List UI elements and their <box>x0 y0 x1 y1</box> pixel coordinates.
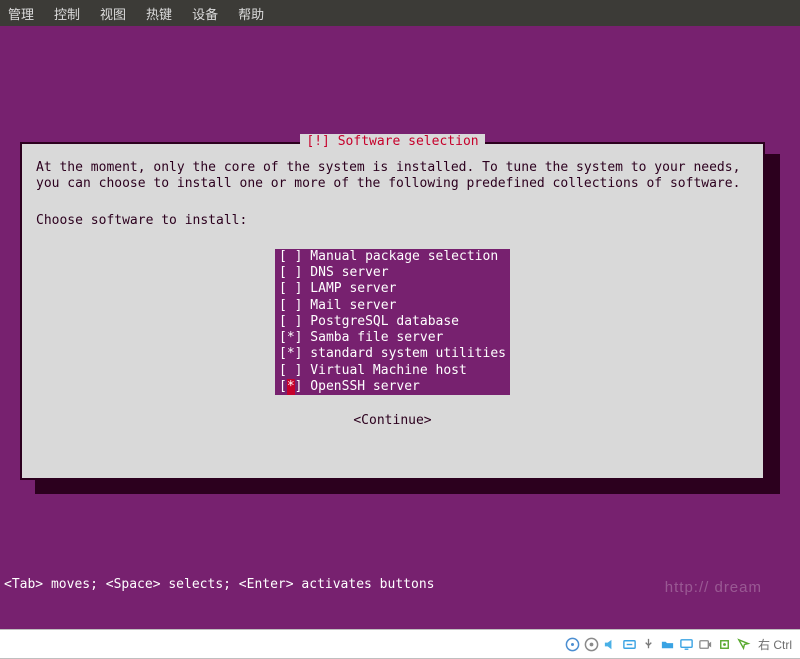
hdd-icon[interactable] <box>564 636 580 652</box>
software-item-7[interactable]: [ ] Virtual Machine host <box>275 363 510 379</box>
software-list: [ ] Manual package selection [ ] DNS ser… <box>36 249 749 395</box>
dialog-title: [!] Software selection <box>300 134 484 150</box>
cursor: * <box>287 379 295 395</box>
software-item-8[interactable]: [*] OpenSSH server <box>275 379 510 395</box>
software-item-6[interactable]: [*] standard system utilities <box>275 346 510 362</box>
display-icon[interactable] <box>678 636 694 652</box>
audio-icon[interactable] <box>602 636 618 652</box>
software-selection-dialog: [!] Software selection At the moment, on… <box>20 142 765 480</box>
menu-hotkeys[interactable]: 热键 <box>146 4 172 23</box>
cpu-icon[interactable] <box>716 636 732 652</box>
menu-manage[interactable]: 管理 <box>8 4 34 23</box>
help-line: <Tab> moves; <Space> selects; <Enter> ac… <box>4 577 434 592</box>
continue-button[interactable]: <Continue> <box>353 413 431 428</box>
dialog-description: At the moment, only the core of the syst… <box>36 160 749 193</box>
shared-folder-icon[interactable] <box>659 636 675 652</box>
menu-control[interactable]: 控制 <box>54 4 80 23</box>
dialog-prompt: Choose software to install: <box>36 213 749 229</box>
menu-view[interactable]: 视图 <box>100 4 126 23</box>
vm-menubar: 管理 控制 视图 热键 设备 帮助 <box>0 0 800 26</box>
recording-icon[interactable] <box>697 636 713 652</box>
software-item-4[interactable]: [ ] PostgreSQL database <box>275 314 510 330</box>
software-item-3[interactable]: [ ] Mail server <box>275 298 510 314</box>
usb-icon[interactable] <box>640 636 656 652</box>
menu-devices[interactable]: 设备 <box>192 4 218 23</box>
watermark: http:// dream <box>665 579 762 596</box>
vm-statusbar: 右 Ctrl <box>0 629 800 659</box>
mouse-capture-icon[interactable] <box>735 636 751 652</box>
host-key-label: 右 Ctrl <box>758 636 792 653</box>
software-item-0[interactable]: [ ] Manual package selection <box>275 249 510 265</box>
software-item-2[interactable]: [ ] LAMP server <box>275 281 510 297</box>
optical-icon[interactable] <box>583 636 599 652</box>
network-icon[interactable] <box>621 636 637 652</box>
menu-help[interactable]: 帮助 <box>238 4 264 23</box>
software-item-1[interactable]: [ ] DNS server <box>275 265 510 281</box>
software-item-5[interactable]: [*] Samba file server <box>275 330 510 346</box>
installer-viewport: [!] Software selection At the moment, on… <box>0 26 800 629</box>
